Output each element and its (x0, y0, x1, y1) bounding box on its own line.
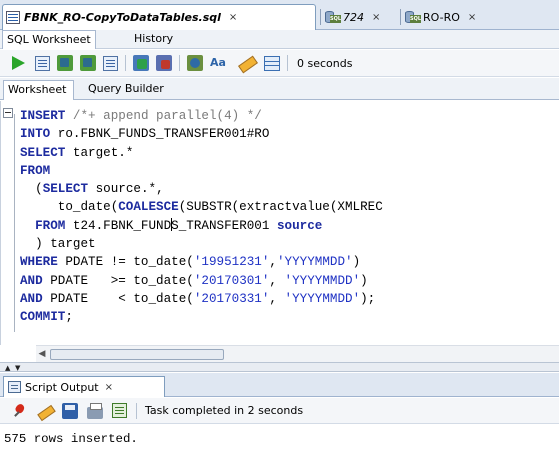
doc-tab-sql-file[interactable]: FBNK_RO-CopyToDataTables.sql × (2, 4, 316, 30)
toolbar-separator (125, 55, 126, 71)
sql-editor[interactable]: INSERT /*+ append parallel(4) */ INTO ro.… (0, 101, 559, 345)
close-tab-icon[interactable]: × (372, 12, 380, 23)
doc-tab-label: FBNK_RO-CopyToDataTables.sql (24, 11, 221, 24)
script-output-text: 575 rows inserted. (4, 432, 138, 446)
worksheet-subtab-bar: SQL Worksheet History (0, 30, 559, 49)
print-icon[interactable] (87, 402, 103, 419)
tab-script-output[interactable]: Script Output × (3, 376, 165, 397)
horizontal-scrollbar[interactable]: ◀ (36, 345, 559, 362)
editor-tab-bar: Worksheet Query Builder (0, 78, 559, 100)
text-caret (171, 217, 173, 231)
tab-separator (400, 9, 401, 25)
close-tab-icon[interactable]: × (468, 12, 476, 23)
minimize-arrow-icon[interactable]: ▼ (15, 364, 20, 372)
task-status: Task completed in 2 seconds (145, 404, 304, 417)
toolbar-separator (179, 55, 180, 71)
toolbar-separator (136, 402, 137, 419)
code-line: (SELECT source.*, (20, 182, 164, 197)
sql-code: INSERT /*+ append parallel(4) */ INTO ro.… (20, 107, 383, 327)
run-statement-icon[interactable] (10, 54, 28, 72)
fold-guide (14, 114, 15, 332)
close-tab-icon[interactable]: × (105, 382, 113, 393)
code-line: AND PDATE >= to_date('20170301', 'YYYYMM… (20, 273, 368, 288)
doc-tab-label: RO-RO (423, 10, 460, 24)
clear-icon[interactable] (237, 54, 257, 72)
fold-collapse-icon[interactable] (3, 108, 13, 118)
code-line: AND PDATE < to_date('20170331', 'YYYYMMD… (20, 291, 376, 306)
history-icon[interactable] (264, 55, 280, 71)
explain-plan-icon[interactable] (103, 55, 118, 71)
scroll-left-icon[interactable]: ◀ (36, 348, 48, 361)
output-toolbar: Task completed in 2 seconds (0, 398, 559, 424)
commit-icon[interactable] (57, 55, 73, 71)
database-sql-icon: SQL (405, 10, 421, 24)
doc-tab-ro-ro[interactable]: SQL RO-RO × (400, 4, 476, 30)
script-output-area: 575 rows inserted. (0, 425, 559, 455)
panel-splitter[interactable]: ▲ ▼ (0, 362, 559, 372)
output-tab-label: Script Output (25, 380, 99, 394)
code-line: FROM t24.FBNK_FUNDS_TRANSFER001 source (35, 217, 323, 233)
code-line: FROM (20, 163, 51, 178)
pin-icon[interactable] (12, 403, 28, 419)
rollback-icon[interactable] (80, 55, 96, 71)
output-tab-bar: Script Output × (0, 373, 559, 397)
code-line: COMMIT; (20, 310, 73, 325)
elapsed-time: 0 seconds (297, 56, 353, 70)
sql-tuning-icon[interactable] (156, 55, 172, 71)
tab-separator (320, 9, 321, 25)
clear-output-icon[interactable] (37, 403, 53, 419)
script-output-icon (8, 381, 21, 393)
tab-sql-worksheet[interactable]: SQL Worksheet (2, 30, 96, 49)
open-file-icon[interactable] (112, 403, 127, 418)
code-line: SELECT target.* (20, 145, 134, 160)
autotrace-icon[interactable] (133, 55, 149, 71)
doc-tab-724[interactable]: SQL 724 × (320, 4, 380, 30)
code-line: INSERT /*+ append parallel(4) */ (20, 109, 262, 123)
save-icon[interactable] (62, 402, 78, 419)
worksheet-toolbar: Aa 0 seconds (0, 50, 559, 77)
close-tab-icon[interactable]: × (229, 12, 237, 23)
code-line: to_date(COALESCE(SUBSTR(extractvalue(XML… (20, 200, 383, 215)
tab-worksheet[interactable]: Worksheet (3, 80, 74, 100)
sql-file-icon (6, 11, 20, 24)
tab-query-builder[interactable]: Query Builder (78, 80, 168, 100)
uppercase-icon[interactable]: Aa (210, 54, 230, 72)
toolbar-separator (287, 55, 288, 71)
code-line: INTO ro.FBNK_FUNDS_TRANSFER001#RO (20, 127, 270, 142)
run-script-icon[interactable] (35, 55, 50, 71)
scrollbar-thumb[interactable] (50, 349, 224, 360)
code-line: WHERE PDATE != to_date('19951231','YYYYM… (20, 255, 361, 270)
database-sql-icon: SQL (325, 10, 341, 24)
code-line: ) target (20, 237, 96, 252)
tab-history[interactable]: History (130, 30, 177, 49)
sql-database-icon[interactable] (187, 55, 203, 71)
doc-tab-label: 724 (343, 10, 364, 24)
document-tab-bar: FBNK_RO-CopyToDataTables.sql × SQL 724 ×… (0, 0, 559, 30)
maximize-arrow-icon[interactable]: ▲ (5, 364, 10, 372)
